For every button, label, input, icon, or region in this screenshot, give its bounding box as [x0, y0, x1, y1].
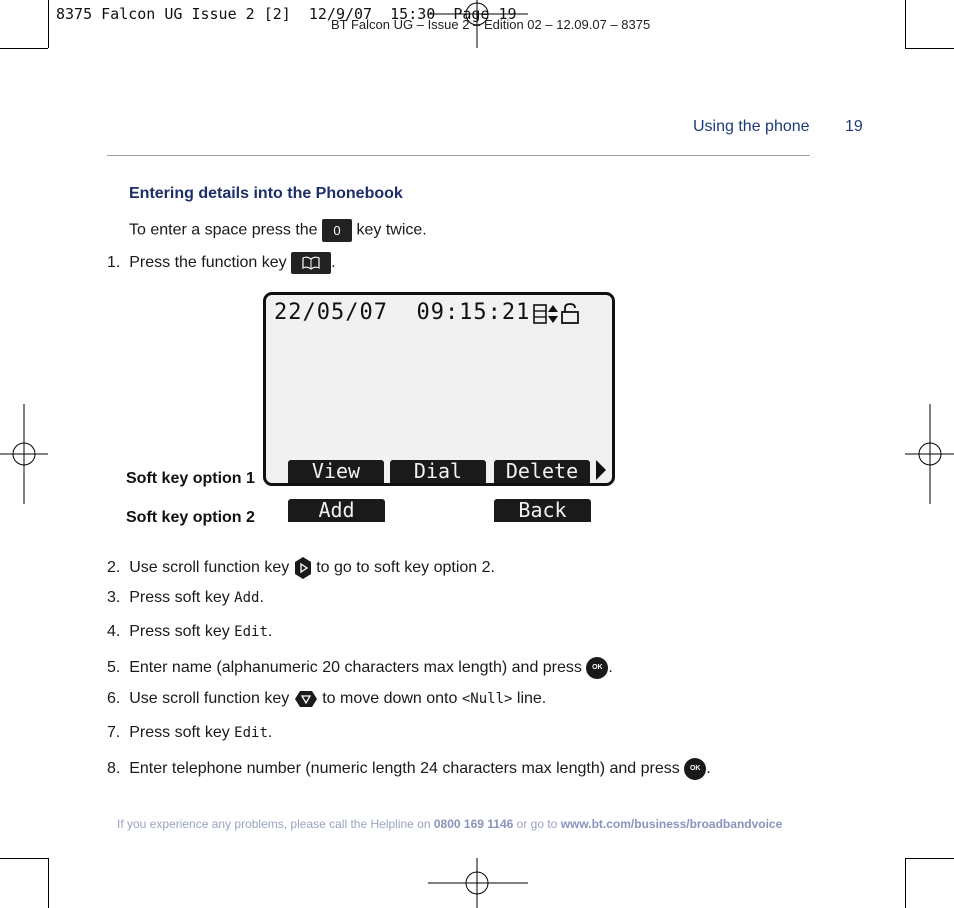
softkey-name-add: Add [234, 590, 260, 606]
soft-key-option-2-label: Soft key option 2 [126, 509, 255, 526]
footer-helpline: If you experience any problems, please c… [117, 817, 782, 831]
crop-mark [905, 0, 906, 48]
crop-mark [0, 48, 48, 49]
step-text-after: . [608, 659, 613, 677]
crop-mark [905, 858, 906, 908]
step-8: 8. Enter telephone number (numeric lengt… [107, 758, 711, 780]
registration-mark-right [905, 404, 954, 504]
space-tip: To enter a space press the 0 key twice. [129, 219, 427, 242]
softkey-delete[interactable]: Delete [494, 460, 590, 483]
step-text: Enter name (alphanumeric 20 characters m… [129, 659, 582, 677]
ok-icon: OK [684, 758, 707, 780]
scroll-down-icon [294, 691, 317, 707]
step-3: 3. Press soft key Add. [107, 589, 264, 607]
crop-mark [48, 858, 49, 908]
arrow-right-icon [596, 460, 606, 480]
step-number: 7. [107, 724, 121, 741]
step-text-after: line. [516, 690, 547, 708]
print-slug: 8375 Falcon UG Issue 2 [2] 12/9/07 15:30… [56, 5, 517, 23]
step-number: 8. [107, 760, 121, 778]
step-number: 4. [107, 623, 121, 640]
softkey-dial[interactable]: Dial [390, 460, 486, 483]
step-text: Enter telephone number (numeric length 2… [129, 760, 680, 778]
screen-datetime: 22/05/07 09:15:21 [274, 300, 531, 325]
step-text: Press the function key [129, 254, 287, 272]
helpline-url[interactable]: www.bt.com/business/broadbandvoice [561, 817, 783, 831]
step-text: Use scroll function key [129, 559, 290, 577]
step-text: Press soft key [129, 589, 230, 606]
zero-key-icon: 0 [322, 219, 353, 242]
crop-mark [905, 858, 954, 859]
step-text-middle: to move down onto [322, 690, 458, 708]
footer-text: If you experience any problems, please c… [117, 817, 431, 831]
softkey-add[interactable]: Add [288, 499, 385, 522]
crop-mark [48, 0, 49, 48]
softkey-name-edit: Edit [234, 725, 268, 741]
scroll-right-icon [294, 557, 311, 579]
step-1: 1. Press the function key . [107, 252, 336, 274]
space-tip-after: key twice. [356, 221, 427, 239]
step-text-after: to go to soft key option 2. [316, 559, 495, 577]
helpline-number: 0800 169 1146 [433, 817, 514, 831]
step-text-after: . [706, 760, 711, 778]
step-4: 4. Press soft key Edit. [107, 623, 272, 641]
softkey-view[interactable]: View [288, 460, 384, 483]
step-text-after: . [259, 589, 264, 606]
section-title: Using the phone [693, 118, 810, 135]
registration-mark-left [0, 404, 48, 504]
step-7: 7. Press soft key Edit. [107, 724, 272, 742]
step-text: Use scroll function key [129, 690, 290, 708]
phonebook-icon [291, 252, 332, 274]
step-number: 6. [107, 690, 121, 708]
step-2: 2. Use scroll function key to go to soft… [107, 556, 495, 580]
step-text-after: . [267, 724, 273, 741]
step-6: 6. Use scroll function key to move down … [107, 690, 546, 708]
step-text: Press soft key [129, 623, 230, 640]
ok-icon: OK [586, 657, 609, 679]
step-text-after: . [267, 623, 273, 640]
space-tip-before: To enter a space press the [129, 221, 318, 239]
soft-key-option-1-label: Soft key option 1 [126, 470, 255, 487]
softkey-back[interactable]: Back [494, 499, 591, 522]
step-number: 5. [107, 659, 121, 677]
crop-mark [905, 48, 954, 49]
softkey-name-edit: Edit [234, 624, 268, 640]
step-text: Press soft key [129, 724, 230, 741]
registration-mark-bottom [428, 858, 528, 908]
header-rule [107, 155, 810, 156]
step-5: 5. Enter name (alphanumeric 20 character… [107, 657, 613, 679]
step-number: 1. [107, 254, 121, 272]
page-number: 19 [845, 118, 863, 135]
crop-mark [0, 858, 48, 859]
subheading: Entering details into the Phonebook [129, 185, 403, 202]
updown-icon [548, 305, 558, 323]
step-number: 3. [107, 589, 121, 606]
step-text-after: . [331, 254, 336, 272]
null-line-label: <Null> [461, 691, 513, 708]
lock-icon [561, 303, 579, 324]
footer-text-middle: or go to [516, 817, 558, 831]
signal-icon [533, 304, 547, 324]
step-number: 2. [107, 559, 121, 577]
